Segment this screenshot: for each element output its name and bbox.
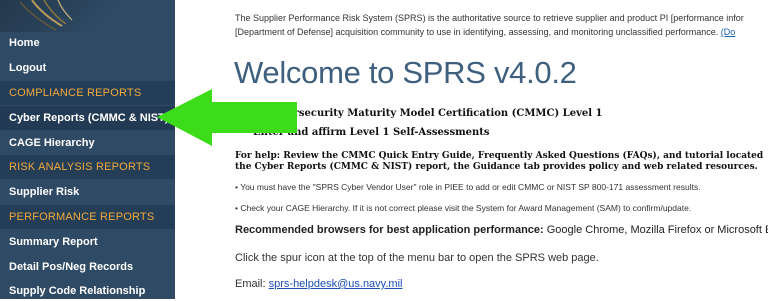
intro-line-1: The Supplier Performance Risk System (SP… xyxy=(235,13,744,23)
sidebar-item-cyber-reports[interactable]: Cyber Reports (CMMC & NIST) xyxy=(0,106,175,130)
cmmc-announcement-subtitle: Enter and affirm Level 1 Self-Assessment… xyxy=(253,127,490,138)
page-title: Welcome to SPRS v4.0.2 xyxy=(234,55,577,90)
intro-line-2: [Department of Defense] acquisition comm… xyxy=(235,25,768,39)
sidebar-header-risk-analysis-reports: RISK ANALYSIS REPORTS xyxy=(0,155,175,179)
browsers-value: Google Chrome, Mozilla Firefox or Micros… xyxy=(546,224,768,236)
sidebar-item-home[interactable]: Home xyxy=(0,34,175,52)
sidebar-item-summary-report[interactable]: Summary Report xyxy=(0,232,175,252)
sidebar-nav: Home Logout COMPLIANCE REPORTS Cyber Rep… xyxy=(0,0,175,299)
bullet-cage-hierarchy: Check your CAGE Hierarchy. If it is not … xyxy=(235,203,691,213)
sidebar-item-logout[interactable]: Logout xyxy=(0,59,175,77)
spur-instruction: Click the spur icon at the top of the me… xyxy=(235,252,599,264)
help-line-2: the Cyber Reports (CMMC & NIST) report, … xyxy=(235,162,758,172)
sidebar-header-compliance-reports: COMPLIANCE REPORTS xyxy=(0,81,175,105)
intro-more-link[interactable]: (Do xyxy=(721,27,736,37)
help-text: For help: Review the CMMC Quick Entry Gu… xyxy=(235,151,763,173)
sidebar-item-supplier-risk[interactable]: Supplier Risk xyxy=(0,182,175,202)
sidebar-item-supply-code-relationship[interactable]: Supply Code Relationship xyxy=(0,281,175,301)
cmmc-announcement-title: NEW Cybersecurity Maturity Model Certifi… xyxy=(235,108,603,119)
sidebar-item-cage-hierarchy[interactable]: CAGE Hierarchy xyxy=(0,133,175,153)
intro-line-2-text: [Department of Defense] acquisition comm… xyxy=(235,27,719,37)
recommended-browsers: Recommended browsers for best applicatio… xyxy=(235,224,768,236)
bullet-cyber-vendor-role: You must have the "SPRS Cyber Vendor Use… xyxy=(235,182,700,192)
sprs-logo[interactable] xyxy=(0,0,175,32)
email-label: Email: xyxy=(235,278,269,290)
browsers-label: Recommended browsers for best applicatio… xyxy=(235,224,544,236)
sidebar-header-performance-reports: PERFORMANCE REPORTS xyxy=(0,205,175,229)
main-content: The Supplier Performance Risk System (SP… xyxy=(175,0,768,299)
email-line: Email: sprs-helpdesk@us.navy.mil xyxy=(235,278,402,290)
email-link[interactable]: sprs-helpdesk@us.navy.mil xyxy=(269,278,403,290)
sidebar-item-detail-pos-neg-records[interactable]: Detail Pos/Neg Records xyxy=(0,257,175,277)
intro-text: The Supplier Performance Risk System (SP… xyxy=(235,11,768,39)
spur-logo-icon xyxy=(19,0,73,31)
help-line-1: For help: Review the CMMC Quick Entry Gu… xyxy=(235,151,764,161)
